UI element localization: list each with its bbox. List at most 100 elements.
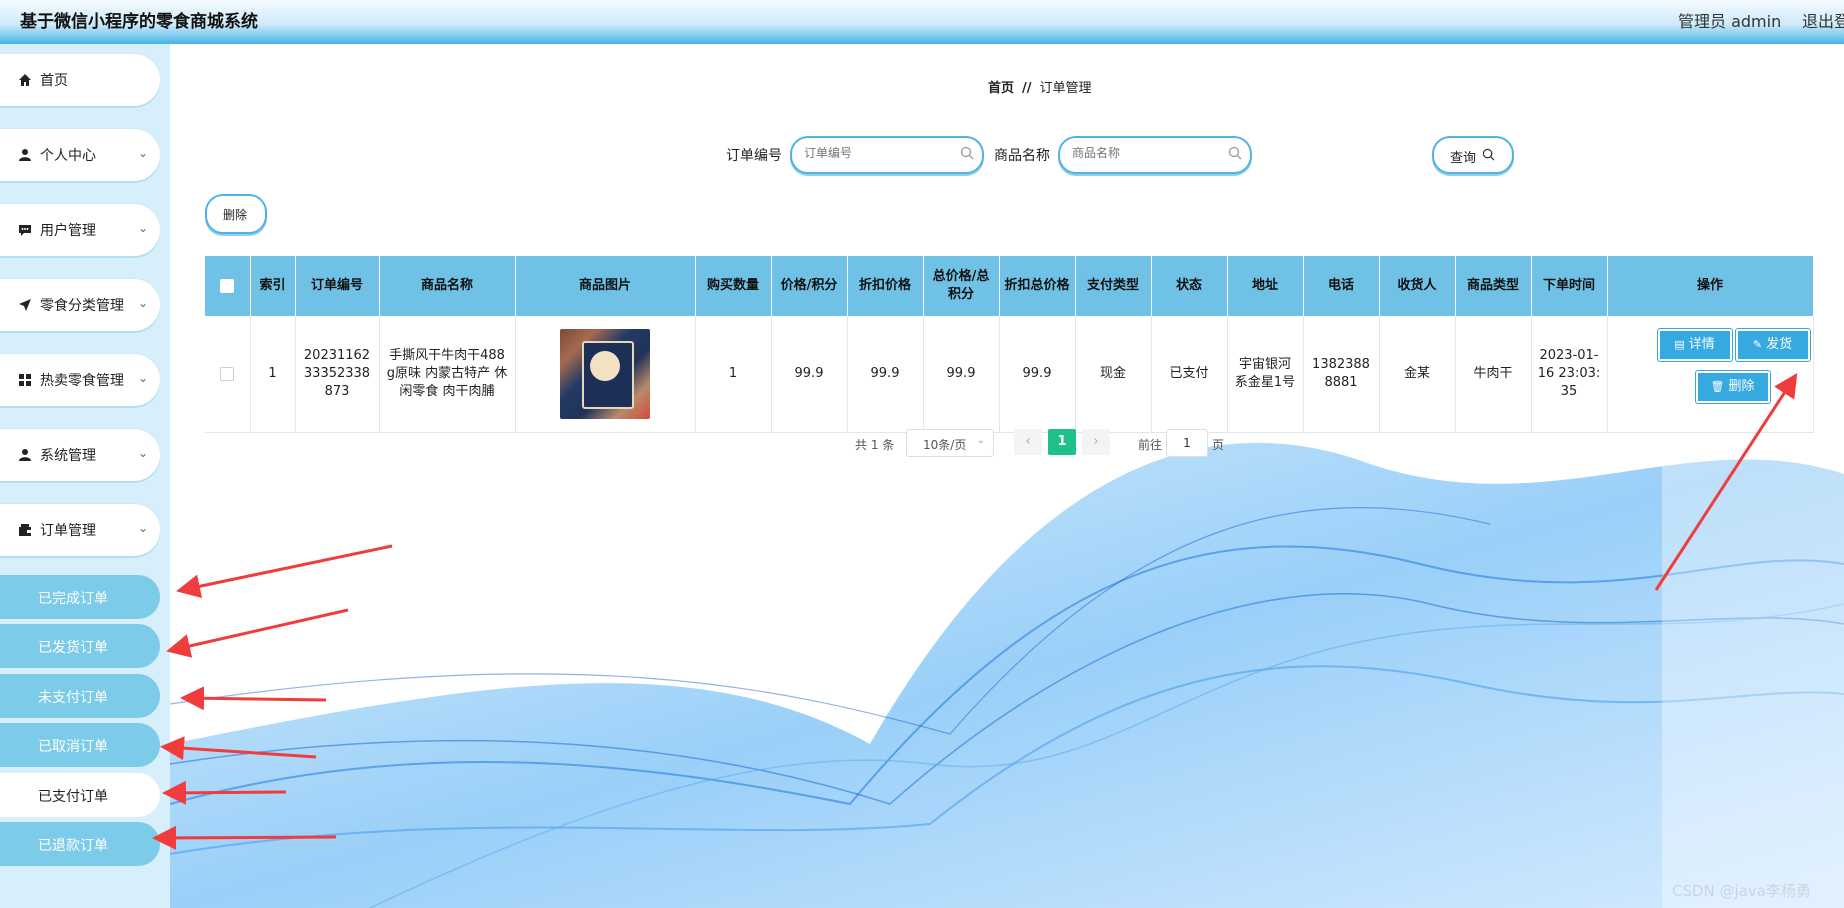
table-header-row: 索引 订单编号 商品名称 商品图片 购买数量 价格/积分 折扣价格 总价格/总积… bbox=[205, 256, 1814, 316]
col-header: 订单编号 bbox=[295, 256, 380, 316]
col-header: 操作 bbox=[1607, 256, 1814, 316]
sidebar-item-hot-snacks[interactable]: 热卖零食管理 ⌄ bbox=[0, 354, 160, 406]
col-header: 索引 bbox=[250, 256, 296, 316]
product-name-field[interactable] bbox=[1058, 136, 1252, 174]
col-header: 收货人 bbox=[1379, 256, 1456, 316]
col-header: 下单时间 bbox=[1531, 256, 1608, 316]
order-no-input[interactable] bbox=[802, 145, 956, 161]
query-button[interactable]: 查询 bbox=[1432, 136, 1514, 174]
prev-page-button[interactable]: ‹ bbox=[1014, 429, 1042, 455]
sidebar-item-profile[interactable]: 个人中心 ⌄ bbox=[0, 129, 160, 181]
sidebar-item-label: 零食分类管理 bbox=[40, 298, 124, 314]
cell-index: 1 bbox=[250, 316, 296, 433]
goto-label: 前往 bbox=[1138, 438, 1163, 452]
submenu-completed-orders[interactable]: 已完成订单 bbox=[0, 575, 160, 619]
grid-icon bbox=[19, 374, 31, 386]
submenu-label: 已退款订单 bbox=[38, 838, 108, 854]
cell-price: 99.9 bbox=[771, 316, 848, 433]
ship-button-label: 发货 bbox=[1766, 337, 1793, 352]
submenu-paid-orders[interactable]: 已支付订单 bbox=[0, 773, 160, 817]
next-page-button[interactable]: › bbox=[1082, 429, 1110, 455]
search-icon bbox=[1482, 148, 1495, 161]
col-header: 折扣总价格 bbox=[999, 256, 1076, 316]
sidebar-item-orders[interactable]: 订单管理 ⌄ bbox=[0, 504, 160, 556]
select-all-checkbox[interactable] bbox=[220, 278, 235, 293]
select-all-header[interactable] bbox=[205, 256, 251, 316]
submenu-unpaid-orders[interactable]: 未支付订单 bbox=[0, 674, 160, 718]
cell-address: 宇宙银河系金星1号 bbox=[1227, 316, 1304, 433]
submenu-label: 已支付订单 bbox=[38, 789, 108, 805]
submenu-cancelled-orders[interactable]: 已取消订单 bbox=[0, 723, 160, 767]
submenu-shipped-orders[interactable]: 已发货订单 bbox=[0, 624, 160, 668]
page-suffix-label: 页 bbox=[1212, 438, 1225, 452]
wave-background bbox=[170, 442, 1844, 908]
cell-actions: ▤ 详情 ✎ 发货 🗑 删除 bbox=[1607, 316, 1814, 433]
chevron-down-icon: ⌄ bbox=[138, 296, 149, 310]
app-title: 基于微信小程序的零食商城系统 bbox=[20, 12, 258, 32]
cell-total-price: 99.9 bbox=[923, 316, 1000, 433]
sidebar-item-label: 订单管理 bbox=[40, 523, 96, 539]
document-icon: ▤ bbox=[1674, 338, 1685, 351]
page-size-value: 10条/页 bbox=[923, 438, 967, 452]
ship-button[interactable]: ✎ 发货 bbox=[1735, 329, 1810, 361]
user-icon bbox=[19, 449, 31, 461]
home-icon bbox=[19, 74, 31, 86]
cell-status: 已支付 bbox=[1151, 316, 1228, 433]
sidebar-item-category[interactable]: 零食分类管理 ⌄ bbox=[0, 279, 160, 331]
submenu-label: 未支付订单 bbox=[38, 690, 108, 706]
product-name-label: 商品名称 bbox=[994, 148, 1050, 164]
chevron-down-icon: ⌄ bbox=[138, 446, 149, 460]
sidebar-item-label: 首页 bbox=[40, 73, 68, 89]
col-header: 价格/积分 bbox=[771, 256, 848, 316]
admin-user-label: 管理员 admin bbox=[1678, 12, 1782, 31]
page-size-select[interactable]: 10条/页 ⌄ bbox=[906, 429, 994, 457]
edit-icon: ✎ bbox=[1752, 338, 1763, 351]
detail-button[interactable]: ▤ 详情 bbox=[1657, 329, 1732, 361]
batch-delete-button[interactable]: 删除 bbox=[205, 194, 267, 234]
cell-product-name: 手撕风干牛肉干488g原味 内蒙古特产 休闲零食 肉干肉脯 bbox=[379, 316, 516, 433]
order-no-label: 订单编号 bbox=[726, 148, 782, 164]
col-header: 地址 bbox=[1227, 256, 1304, 316]
breadcrumb-current: 订单管理 bbox=[1039, 81, 1092, 96]
product-image bbox=[560, 329, 650, 419]
order-no-field[interactable] bbox=[790, 136, 984, 174]
main-content: 首页 // 订单管理 订单编号 商品名称 查询 删除 索引 订单编号 商品名称 bbox=[170, 44, 1844, 908]
sidebar-item-label: 热卖零食管理 bbox=[40, 373, 124, 389]
row-checkbox[interactable] bbox=[220, 366, 235, 381]
submenu-label: 已发货订单 bbox=[38, 640, 108, 656]
submenu-refunded-orders[interactable]: 已退款订单 bbox=[0, 822, 160, 866]
cell-order-time: 2023-01-16 23:03:35 bbox=[1531, 316, 1608, 433]
sidebar-item-system[interactable]: 系统管理 ⌄ bbox=[0, 429, 160, 481]
sidebar-item-label: 个人中心 bbox=[40, 148, 96, 164]
chevron-down-icon: ⌄ bbox=[138, 146, 149, 160]
submenu-label: 已取消订单 bbox=[38, 739, 108, 755]
sidebar-item-label: 用户管理 bbox=[40, 223, 96, 239]
sidebar-item-users[interactable]: 用户管理 ⌄ bbox=[0, 204, 160, 256]
sidebar-item-home[interactable]: 首页 bbox=[0, 54, 160, 106]
chevron-down-icon: ⌄ bbox=[138, 221, 149, 235]
sidebar: 首页 个人中心 ⌄ 用户管理 ⌄ 零食分类管理 ⌄ 热卖零食管理 ⌄ 系统管理 … bbox=[0, 44, 170, 908]
goto-page-input[interactable]: 1 bbox=[1166, 429, 1208, 457]
cell-discount-price: 99.9 bbox=[847, 316, 924, 433]
row-delete-button[interactable]: 🗑 删除 bbox=[1695, 371, 1770, 403]
col-header: 商品类型 bbox=[1455, 256, 1532, 316]
query-button-label: 查询 bbox=[1450, 151, 1477, 166]
row-select-cell[interactable] bbox=[205, 316, 251, 433]
sidebar-item-label: 系统管理 bbox=[40, 448, 96, 464]
table-row: 1 2023116233352338873 手撕风干牛肉干488g原味 内蒙古特… bbox=[205, 316, 1814, 433]
cell-receiver: 金某 bbox=[1379, 316, 1456, 433]
col-header: 购买数量 bbox=[695, 256, 772, 316]
cell-product-image bbox=[515, 316, 696, 433]
col-header: 支付类型 bbox=[1075, 256, 1152, 316]
breadcrumb-home[interactable]: 首页 bbox=[988, 81, 1014, 96]
submenu-label: 已完成订单 bbox=[38, 591, 108, 607]
cell-product-type: 牛肉干 bbox=[1455, 316, 1532, 433]
product-name-input[interactable] bbox=[1070, 145, 1224, 161]
page-number-button[interactable]: 1 bbox=[1048, 429, 1076, 455]
send-icon bbox=[19, 299, 31, 311]
cell-order-no: 2023116233352338873 bbox=[295, 316, 380, 433]
search-icon bbox=[1228, 146, 1242, 160]
pagination-total: 共 1 条 bbox=[855, 438, 895, 452]
logout-link[interactable]: 退出登 bbox=[1802, 8, 1844, 32]
col-header: 折扣价格 bbox=[847, 256, 924, 316]
